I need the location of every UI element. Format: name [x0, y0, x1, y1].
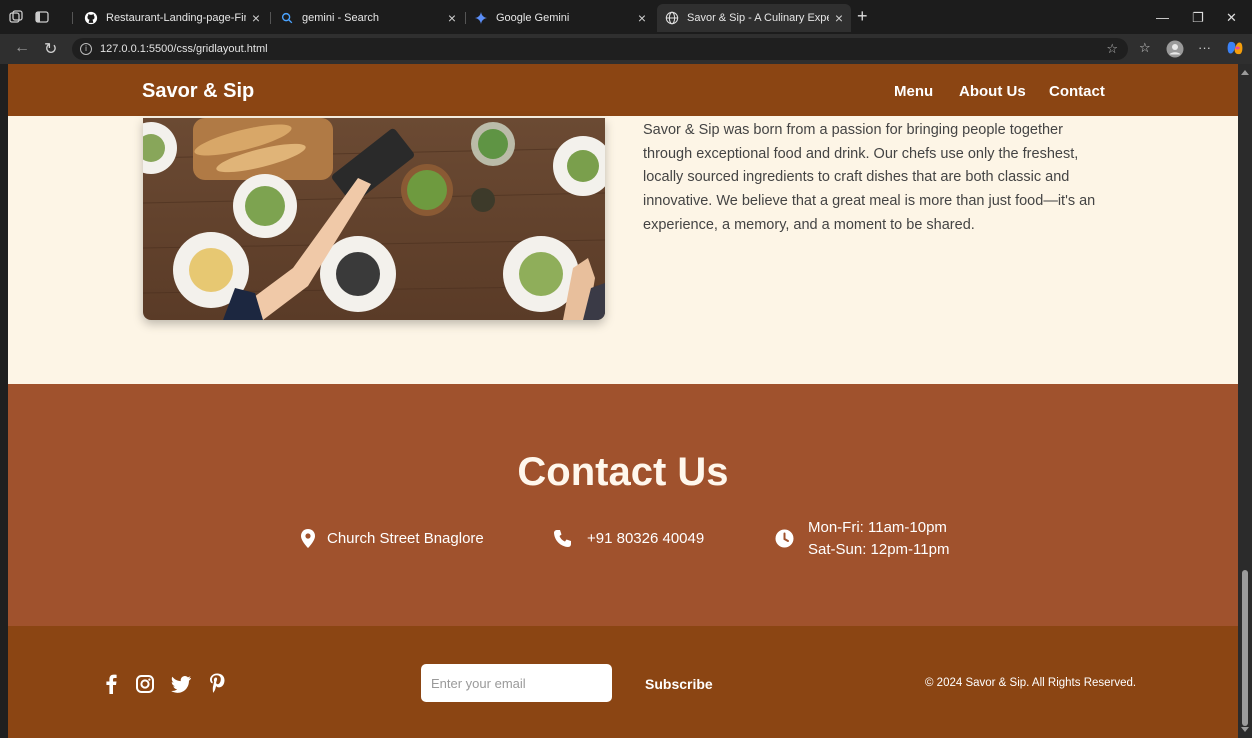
favorite-star-icon[interactable]: ☆ [1106, 41, 1118, 57]
close-window-icon[interactable]: ✕ [1226, 10, 1237, 26]
scrollbar-thumb[interactable] [1242, 570, 1248, 726]
tab-google-gemini[interactable]: Google Gemini × [466, 4, 654, 32]
subscribe-button[interactable]: Subscribe [633, 672, 725, 696]
gemini-icon [474, 11, 488, 25]
tab-gemini-search[interactable]: gemini - Search × [272, 4, 464, 32]
tab-title: gemini - Search [302, 12, 380, 24]
back-icon[interactable]: ← [14, 39, 30, 57]
url-text: 127.0.0.1:5500/css/gridlayout.html [100, 43, 268, 55]
contact-section: Contact Us Church Street Bnaglore +91 80… [8, 384, 1238, 626]
tab-title: Restaurant-Landing-page-Final/in [106, 12, 246, 24]
about-description: Savor & Sip was born from a passion for … [643, 122, 1096, 233]
minimize-icon[interactable]: — [1156, 10, 1169, 25]
scroll-up-arrow-icon[interactable] [1241, 70, 1249, 75]
favorites-icon[interactable]: ☆ [1139, 40, 1151, 56]
nav-contact[interactable]: Contact [1049, 83, 1105, 100]
site-footer: Subscribe © 2024 Savor & Sip. All Rights… [8, 626, 1238, 738]
site-info-icon[interactable]: i [80, 43, 92, 55]
phone-icon [554, 530, 571, 547]
site-header: Savor & Sip Menu About Us Contact [8, 64, 1238, 116]
workspaces-icon[interactable] [8, 9, 24, 25]
tab-actions-icon[interactable] [34, 9, 50, 25]
url-field[interactable]: i 127.0.0.1:5500/css/gridlayout.html ☆ [72, 38, 1128, 60]
page-viewport: Savor & Sip Menu About Us Contact Savor … [8, 64, 1238, 738]
instagram-icon[interactable] [136, 675, 154, 693]
tab-title: Savor & Sip - A Culinary Experien [687, 12, 829, 24]
tab-savor-and-sip[interactable]: Savor & Sip - A Culinary Experien × [657, 4, 851, 32]
location-pin-icon [301, 529, 315, 548]
close-tab-icon[interactable]: × [448, 11, 456, 25]
pinterest-icon[interactable] [209, 673, 225, 693]
close-tab-icon[interactable]: × [638, 11, 646, 25]
github-icon [84, 11, 98, 25]
contact-address: Church Street Bnaglore [327, 530, 484, 547]
restore-icon[interactable]: ❐ [1192, 10, 1204, 26]
close-tab-icon[interactable]: × [835, 11, 843, 25]
nav-about-us[interactable]: About Us [959, 83, 1026, 100]
clock-icon [775, 529, 794, 548]
nav-menu[interactable]: Menu [894, 83, 933, 100]
copilot-icon[interactable] [1226, 39, 1244, 57]
about-image [143, 118, 605, 320]
hours-weekend: Sat-Sun: 12pm-11pm [808, 541, 950, 558]
browser-tab-bar: Restaurant-Landing-page-Final/in × gemin… [0, 0, 1252, 34]
globe-icon [665, 11, 679, 25]
scroll-down-arrow-icon[interactable] [1241, 727, 1249, 732]
hours-weekday: Mon-Fri: 11am-10pm [808, 519, 947, 536]
profile-avatar-icon[interactable] [1166, 40, 1184, 58]
copyright-text: © 2024 Savor & Sip. All Rights Reserved. [925, 677, 1137, 689]
contact-phone[interactable]: +91 80326 40049 [587, 530, 704, 547]
page-scrollbar[interactable] [1238, 64, 1252, 738]
brand-logo[interactable]: Savor & Sip [142, 80, 254, 103]
browser-address-bar: ← ↻ i 127.0.0.1:5500/css/gridlayout.html… [0, 34, 1252, 64]
more-menu-icon[interactable]: ··· [1198, 40, 1211, 55]
new-tab-button[interactable]: + [857, 7, 868, 25]
contact-title: Contact Us [517, 450, 729, 494]
facebook-icon[interactable] [105, 674, 117, 694]
tab-github[interactable]: Restaurant-Landing-page-Final/in × [76, 4, 268, 32]
email-input[interactable] [421, 664, 612, 702]
tab-title: Google Gemini [496, 12, 570, 24]
refresh-icon[interactable]: ↻ [44, 39, 57, 59]
close-tab-icon[interactable]: × [252, 11, 260, 25]
twitter-icon[interactable] [171, 676, 191, 693]
search-icon [281, 12, 293, 24]
